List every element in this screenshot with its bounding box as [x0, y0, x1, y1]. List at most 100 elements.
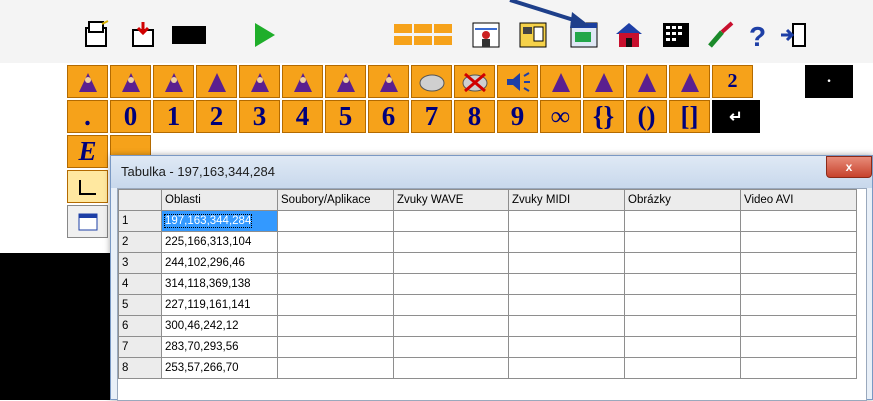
column-header-video-avi[interactable]: Video AVI	[740, 189, 857, 211]
table-row[interactable]: 8 253,57,266,70	[118, 357, 857, 379]
cloud-key[interactable]	[411, 65, 452, 98]
table-cell[interactable]	[740, 294, 857, 316]
table-row[interactable]: 7 283,70,293,56	[118, 336, 857, 358]
table-cell[interactable]	[393, 273, 509, 295]
table-row[interactable]: 3 244,102,296,46	[118, 252, 857, 274]
house-icon[interactable]	[613, 18, 645, 52]
oblast-cell[interactable]: 244,102,296,46	[161, 252, 278, 274]
new-document-icon[interactable]	[80, 18, 112, 52]
presenter-icon[interactable]	[470, 18, 502, 52]
close-button[interactable]: x	[826, 156, 872, 178]
table-cell[interactable]	[508, 357, 625, 379]
table-cell[interactable]	[393, 336, 509, 358]
table-cell[interactable]	[508, 336, 625, 358]
row-number[interactable]: 4	[118, 273, 162, 295]
wizard-key[interactable]	[583, 65, 624, 98]
table-cell[interactable]	[277, 336, 394, 358]
key-infinity[interactable]: ∞	[540, 100, 581, 133]
oblast-cell[interactable]: 197,163,344,284	[161, 210, 278, 232]
table-cell[interactable]	[508, 252, 625, 274]
table-cell[interactable]	[740, 336, 857, 358]
table-cell[interactable]	[508, 273, 625, 295]
oblast-cell[interactable]: 283,70,293,56	[161, 336, 278, 358]
table-cell[interactable]	[277, 231, 394, 253]
screen-icon[interactable]	[172, 18, 206, 52]
table-cell[interactable]	[624, 336, 741, 358]
key-8[interactable]: 8	[454, 100, 495, 133]
table-cell[interactable]	[277, 357, 394, 379]
wizard-key[interactable]	[325, 65, 366, 98]
key-7[interactable]: 7	[411, 100, 452, 133]
row-number[interactable]: 6	[118, 315, 162, 337]
table-cell[interactable]	[508, 294, 625, 316]
help-icon[interactable]: ?	[745, 18, 773, 52]
key-e[interactable]: E	[67, 135, 108, 168]
table-cell[interactable]	[393, 294, 509, 316]
table-cell[interactable]	[624, 357, 741, 379]
corner-key[interactable]	[67, 170, 108, 203]
column-header-oblasti[interactable]: Oblasti	[161, 189, 278, 211]
key-parentheses[interactable]: ()	[626, 100, 667, 133]
key-6[interactable]: 6	[368, 100, 409, 133]
wizard-key[interactable]	[196, 65, 237, 98]
wizard-key[interactable]	[153, 65, 194, 98]
table-cell[interactable]	[624, 231, 741, 253]
table-cell[interactable]	[740, 210, 857, 232]
key-2-superscript[interactable]: 2	[712, 65, 753, 98]
table-cell[interactable]	[393, 315, 509, 337]
table-cell[interactable]	[624, 294, 741, 316]
row-number[interactable]: 7	[118, 336, 162, 358]
layout-grid-icon[interactable]	[392, 18, 456, 52]
table-cell[interactable]	[277, 294, 394, 316]
column-header-zvuky-wave[interactable]: Zvuky WAVE	[393, 189, 509, 211]
window-titlebar[interactable]: Tabulka - 197,163,344,284 x	[111, 156, 872, 188]
corner-header-cell[interactable]	[118, 189, 162, 211]
table-cell[interactable]	[393, 252, 509, 274]
oblast-cell[interactable]: 253,57,266,70	[161, 357, 278, 379]
key-brackets[interactable]: []	[669, 100, 710, 133]
column-header-soubory[interactable]: Soubory/Aplikace	[277, 189, 394, 211]
oblast-cell[interactable]: 300,46,242,12	[161, 315, 278, 337]
wizard-key[interactable]	[626, 65, 667, 98]
row-number[interactable]: 3	[118, 252, 162, 274]
key-0[interactable]: 0	[110, 100, 151, 133]
table-cell[interactable]	[740, 231, 857, 253]
table-cell[interactable]	[393, 357, 509, 379]
row-number[interactable]: 5	[118, 294, 162, 316]
paint-brush-icon[interactable]	[705, 18, 737, 52]
table-cell[interactable]	[624, 315, 741, 337]
column-header-obrazky[interactable]: Obrázky	[624, 189, 741, 211]
speaker-key[interactable]	[497, 65, 538, 98]
row-number[interactable]: 8	[118, 357, 162, 379]
wizard-key[interactable]	[239, 65, 280, 98]
key-1[interactable]: 1	[153, 100, 194, 133]
table-cell[interactable]	[277, 210, 394, 232]
wizard-key[interactable]	[282, 65, 323, 98]
key-dot[interactable]: .	[67, 100, 108, 133]
table-cell[interactable]	[624, 252, 741, 274]
row-number[interactable]: 1	[118, 210, 162, 232]
table-cell[interactable]	[393, 231, 509, 253]
table-row[interactable]: 1 197,163,344,284	[118, 210, 857, 232]
play-icon[interactable]	[248, 18, 280, 52]
dot-key[interactable]: ·	[805, 65, 853, 98]
table-cell[interactable]	[508, 231, 625, 253]
key-5[interactable]: 5	[325, 100, 366, 133]
key-2[interactable]: 2	[196, 100, 237, 133]
table-cell[interactable]	[277, 252, 394, 274]
table-cell[interactable]	[740, 357, 857, 379]
key-braces[interactable]: {}	[583, 100, 624, 133]
wizard-key[interactable]	[110, 65, 151, 98]
table-row[interactable]: 2 225,166,313,104	[118, 231, 857, 253]
table-row[interactable]: 6 300,46,242,12	[118, 315, 857, 337]
table-cell[interactable]	[740, 252, 857, 274]
window-key[interactable]	[67, 205, 108, 238]
enter-key[interactable]: ↵	[712, 100, 760, 133]
wizard-key[interactable]	[669, 65, 710, 98]
table-row[interactable]: 4 314,118,369,138	[118, 273, 857, 295]
key-4[interactable]: 4	[282, 100, 323, 133]
calendar-grid-icon[interactable]	[660, 18, 692, 52]
oblast-cell[interactable]: 314,118,369,138	[161, 273, 278, 295]
row-number[interactable]: 2	[118, 231, 162, 253]
table-cell[interactable]	[740, 273, 857, 295]
